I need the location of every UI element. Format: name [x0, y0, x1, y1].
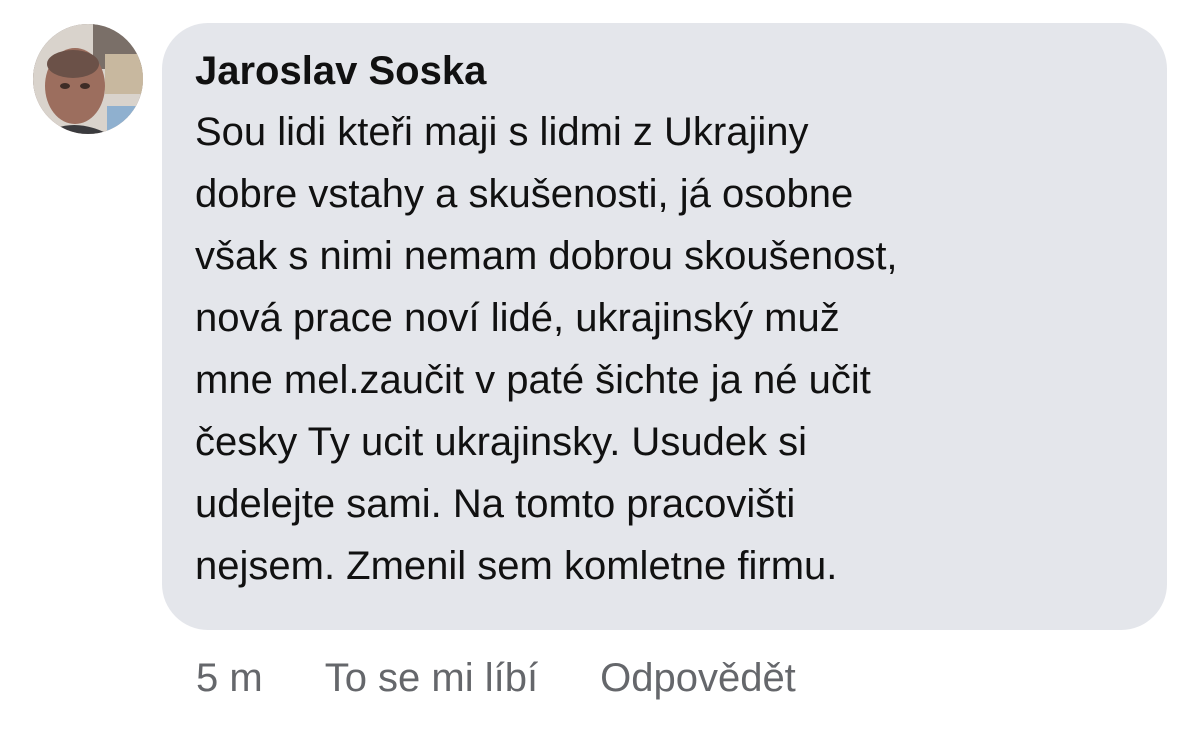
comment-line: nejsem. Zmenil sem komletne firmu. — [195, 544, 838, 588]
comment-line: však s nimi nemam dobrou skoušenost, — [195, 234, 898, 278]
comment-text: Sou lidi kteři maji s lidmi z Ukrajiny d… — [195, 101, 1135, 597]
comment-line: udelejte sami. Na tomto pracovišti — [195, 482, 796, 526]
comment-bubble: Jaroslav Soska Sou lidi kteři maji s lid… — [162, 23, 1167, 630]
comment-line: Sou lidi kteři maji s lidmi z Ukrajiny — [195, 110, 809, 154]
comment-line: dobre vstahy a skušenosti, já osobne — [195, 172, 854, 216]
avatar-photo — [33, 24, 143, 134]
like-button[interactable]: To se mi líbí — [325, 652, 538, 704]
comment-line: nová prace noví lidé, ukrajinský muž — [195, 296, 840, 340]
comment-author[interactable]: Jaroslav Soska — [195, 47, 1135, 95]
comment-actions: 5 m To se mi líbí Odpovědět — [196, 652, 796, 704]
comment-line: česky Ty ucit ukrajinsky. Usudek si — [195, 420, 808, 464]
reply-button[interactable]: Odpovědět — [600, 652, 796, 704]
avatar[interactable] — [33, 24, 143, 134]
comment-timestamp[interactable]: 5 m — [196, 652, 263, 704]
comment-line: mne mel.zaučit v paté šichte ja né učit — [195, 358, 871, 402]
